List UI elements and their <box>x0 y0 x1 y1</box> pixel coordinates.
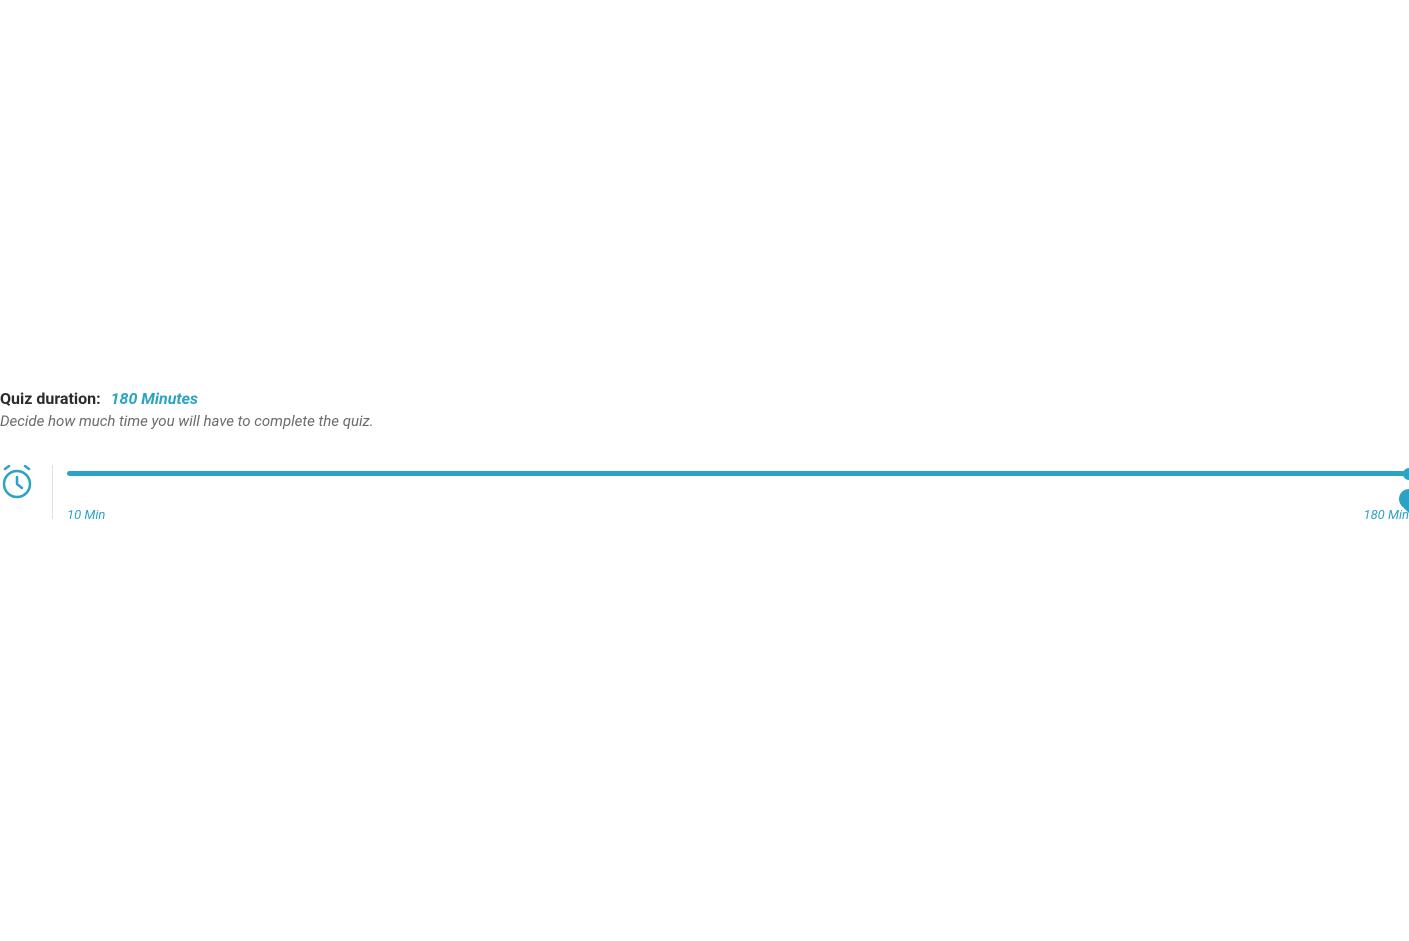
duration-value: 180 Minutes <box>111 389 198 408</box>
slider-handle[interactable] <box>1403 468 1409 480</box>
duration-slider[interactable] <box>67 471 1409 476</box>
slider-labels: 10 Min 180 Min <box>67 508 1409 523</box>
slider-max-label: 180 Min <box>1364 508 1409 523</box>
slider-min-label: 10 Min <box>67 508 105 523</box>
duration-subtitle: Decide how much time you will have to co… <box>0 412 1409 430</box>
title-row: Quiz duration: 180 Minutes <box>0 389 1409 408</box>
duration-label: Quiz duration: <box>0 389 101 408</box>
slider-area: 10 Min 180 Min <box>67 465 1409 523</box>
slider-container: 10 Min 180 Min <box>0 465 1409 523</box>
clock-icon <box>0 465 34 499</box>
quiz-duration-section: Quiz duration: 180 Minutes Decide how mu… <box>0 389 1409 523</box>
vertical-divider <box>52 465 53 519</box>
